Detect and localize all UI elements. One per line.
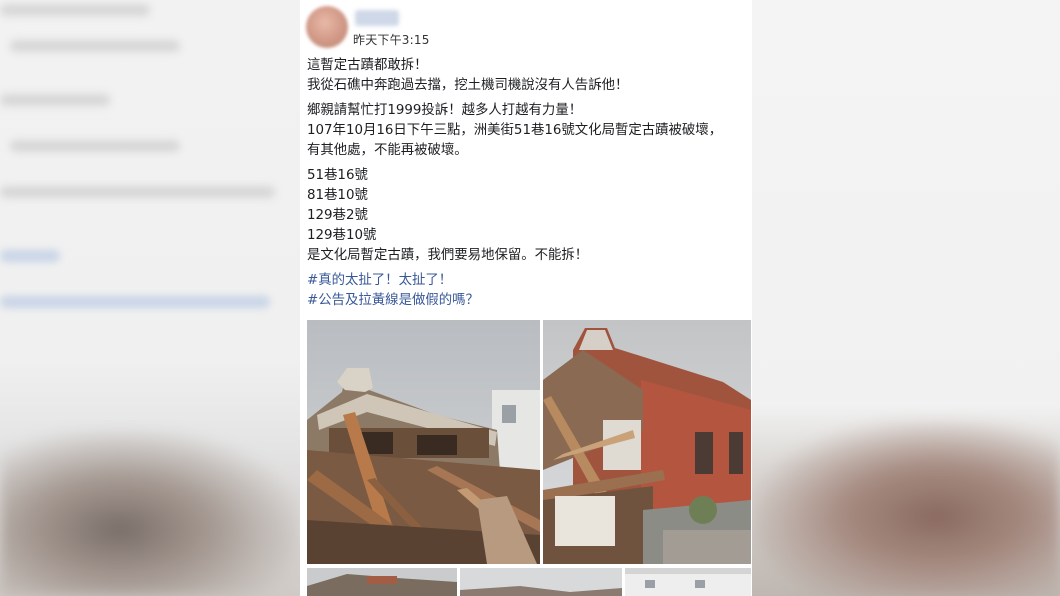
blurred-text xyxy=(0,296,270,308)
post-line: 這暫定古蹟都敢拆！ xyxy=(307,58,428,73)
blurred-photo xyxy=(752,420,1060,596)
blurred-text xyxy=(0,4,150,16)
hashtag-link[interactable]: #公告及拉黃線是做假的嗎？ xyxy=(307,291,751,311)
blurred-photo xyxy=(0,430,300,596)
post-line: 是文化局暫定古蹟，我們要易地保留。不能拆！ xyxy=(307,248,589,263)
post-timestamp[interactable]: 昨天下午3:15 xyxy=(353,31,430,48)
author-name-blurred[interactable] xyxy=(355,10,399,26)
blurred-text xyxy=(0,186,275,198)
blurred-text xyxy=(0,94,110,106)
post-line: 有其他處，不能再被破壞。 xyxy=(307,143,468,158)
post-line: 129巷10號 xyxy=(307,228,377,243)
post-line: 我從石礁中奔跑過去擋，挖土機司機說沒有人告訴他！ xyxy=(307,78,629,93)
blurred-background-right xyxy=(752,0,1060,596)
avatar[interactable] xyxy=(306,6,348,48)
blurred-text xyxy=(0,250,60,262)
blurred-background-left xyxy=(0,0,300,596)
post-line: 129巷2號 xyxy=(307,208,368,223)
post-photo-thumbnail[interactable] xyxy=(625,568,751,596)
post-line: 鄉親請幫忙打1999投訴！越多人打越有力量！ xyxy=(307,103,583,118)
post-photo-demolished-building[interactable] xyxy=(307,320,540,564)
post-line: 107年10月16日下午三點，洲美街51巷16號文化局暫定古蹟被破壞， xyxy=(307,123,723,138)
blurred-text xyxy=(10,40,180,52)
facebook-post: 昨天下午3:15 這暫定古蹟都敢拆！ 我從石礁中奔跑過去擋，挖土機司機說沒有人告… xyxy=(300,0,752,596)
blurred-text xyxy=(10,140,180,152)
post-body: 這暫定古蹟都敢拆！ 我從石礁中奔跑過去擋，挖土機司機說沒有人告訴他！ 鄉親請幫忙… xyxy=(307,56,751,311)
hashtag-link[interactable]: #真的太扯了！太扯了！ xyxy=(307,271,751,291)
post-photo-brick-building[interactable] xyxy=(543,320,751,564)
post-line: 81巷10號 xyxy=(307,188,368,203)
post-photo-thumbnail[interactable] xyxy=(460,568,622,596)
post-line: 51巷16號 xyxy=(307,168,368,183)
post-photo-thumbnail[interactable] xyxy=(307,568,457,596)
